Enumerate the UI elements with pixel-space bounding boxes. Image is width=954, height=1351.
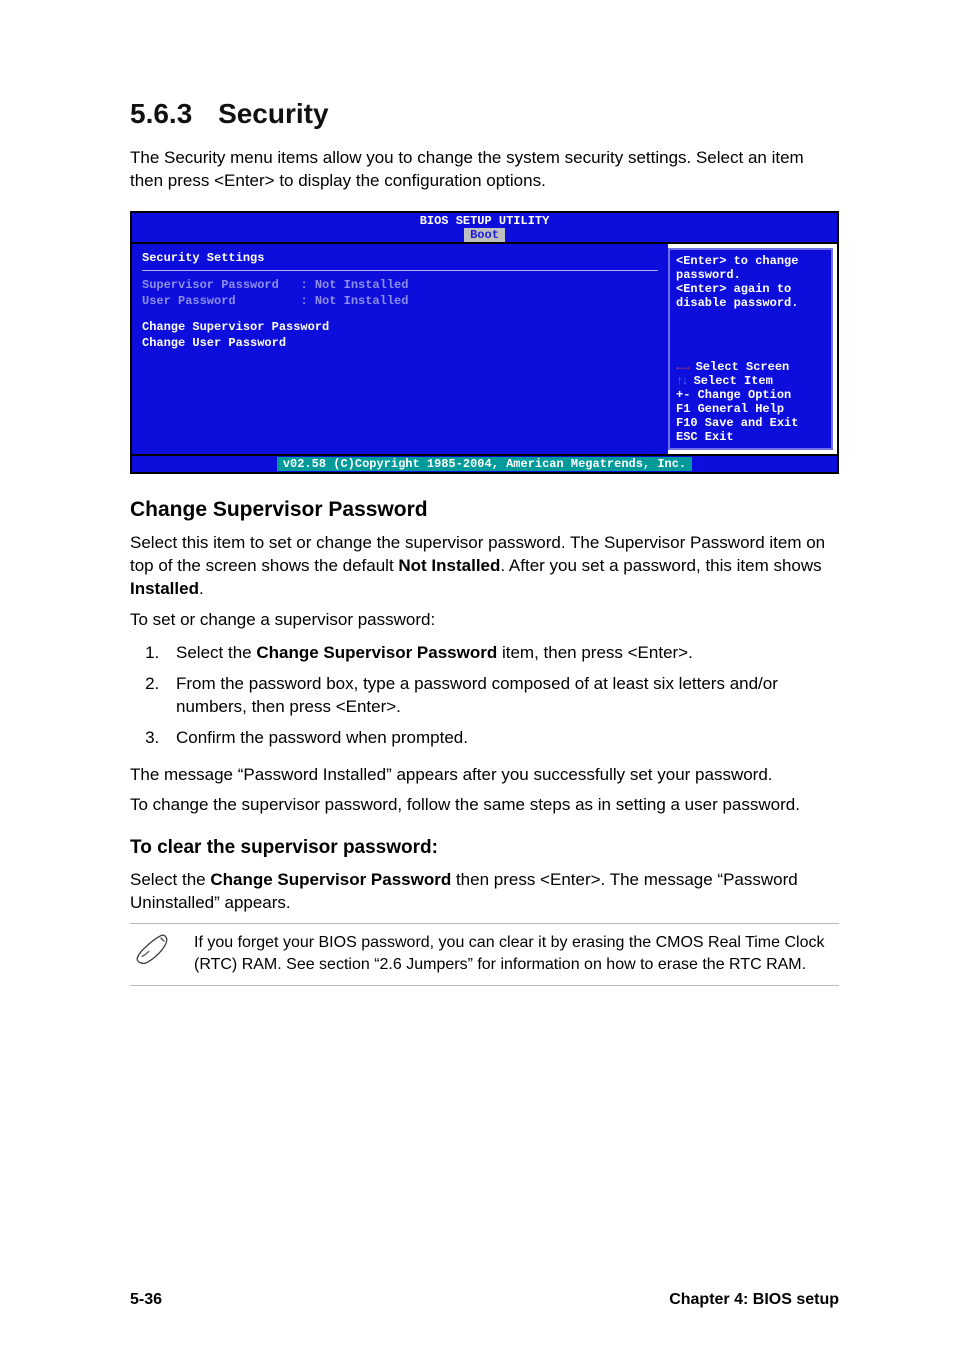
paragraph: Select this item to set or change the su… [130, 532, 839, 601]
bios-help-line: disable password. [676, 296, 825, 310]
note-text: If you forget your BIOS password, you ca… [194, 932, 835, 975]
step-3: Confirm the password when prompted. [164, 727, 839, 750]
intro-paragraph: The Security menu items allow you to cha… [130, 147, 839, 193]
subheading-clear-supervisor: To clear the supervisor password: [130, 835, 839, 861]
bios-screenshot: BIOS SETUP UTILITY Boot Security Setting… [130, 211, 839, 474]
bold-change-supervisor-2: Change Supervisor Password [210, 870, 451, 889]
up-down-arrow-icon: ↑↓ [676, 374, 686, 388]
bios-footer-text: v02.58 (C)Copyright 1985-2004, American … [277, 457, 692, 471]
bios-tab-boot: Boot [464, 228, 505, 242]
bios-item-change-sup: Change Supervisor Password [142, 319, 658, 335]
bios-title-text: BIOS SETUP UTILITY [132, 214, 837, 228]
bios-hint-change-option: +- Change Option [676, 388, 825, 402]
paragraph: To set or change a supervisor password: [130, 609, 839, 632]
bios-hint-save-exit: F10 Save and Exit [676, 416, 825, 430]
bold-not-installed: Not Installed [398, 556, 500, 575]
left-right-arrow-icon: ←→ [676, 360, 688, 374]
bios-field-supervisor: Supervisor Password : Not Installed [142, 277, 658, 293]
bios-titlebar: BIOS SETUP UTILITY Boot [132, 213, 837, 244]
bold-installed: Installed [130, 579, 199, 598]
bios-footer: v02.58 (C)Copyright 1985-2004, American … [132, 456, 837, 472]
bios-field-value: : Not Installed [300, 294, 408, 308]
page-footer: 5-36 Chapter 4: BIOS setup [0, 1289, 954, 1311]
step-1: Select the Change Supervisor Password it… [164, 642, 839, 665]
bios-hint-general-help: F1 General Help [676, 402, 825, 416]
bios-left-panel: Security Settings Supervisor Password : … [132, 244, 668, 454]
bios-help-panel: <Enter> to change password. <Enter> agai… [668, 248, 833, 450]
bios-field-value: : Not Installed [300, 278, 408, 292]
note-icon-wrap [134, 932, 194, 977]
bios-hint-select-item: ↑↓ Select Item [676, 374, 825, 388]
bios-divider [142, 270, 658, 271]
note-callout: If you forget your BIOS password, you ca… [130, 923, 839, 986]
section-heading: 5.6.3 Security [130, 95, 839, 133]
bios-panel-title: Security Settings [142, 250, 658, 266]
step-2: From the password box, type a password c… [164, 673, 839, 719]
pencil-note-icon [134, 932, 172, 970]
page-number: 5-36 [130, 1289, 162, 1311]
section-number: 5.6.3 [130, 95, 192, 133]
bios-help-line: <Enter> to change [676, 254, 825, 268]
bold-change-supervisor: Change Supervisor Password [256, 643, 497, 662]
bios-item-change-usr: Change User Password [142, 335, 658, 351]
subheading-change-supervisor: Change Supervisor Password [130, 496, 839, 524]
paragraph: To change the supervisor password, follo… [130, 794, 839, 817]
section-title: Security [218, 98, 329, 129]
paragraph: Select the Change Supervisor Password th… [130, 869, 839, 915]
bios-field-label: Supervisor Password [142, 278, 279, 292]
bios-hint-select-screen: ←→ Select Screen [676, 360, 825, 374]
paragraph: The message “Password Installed” appears… [130, 764, 839, 787]
bios-help-line: password. [676, 268, 825, 282]
steps-list: Select the Change Supervisor Password it… [130, 642, 839, 750]
bios-field-user: User Password : Not Installed [142, 293, 658, 309]
chapter-label: Chapter 4: BIOS setup [669, 1289, 839, 1311]
bios-help-line: <Enter> again to [676, 282, 825, 296]
bios-field-label: User Password [142, 294, 236, 308]
bios-hint-esc: ESC Exit [676, 430, 825, 444]
